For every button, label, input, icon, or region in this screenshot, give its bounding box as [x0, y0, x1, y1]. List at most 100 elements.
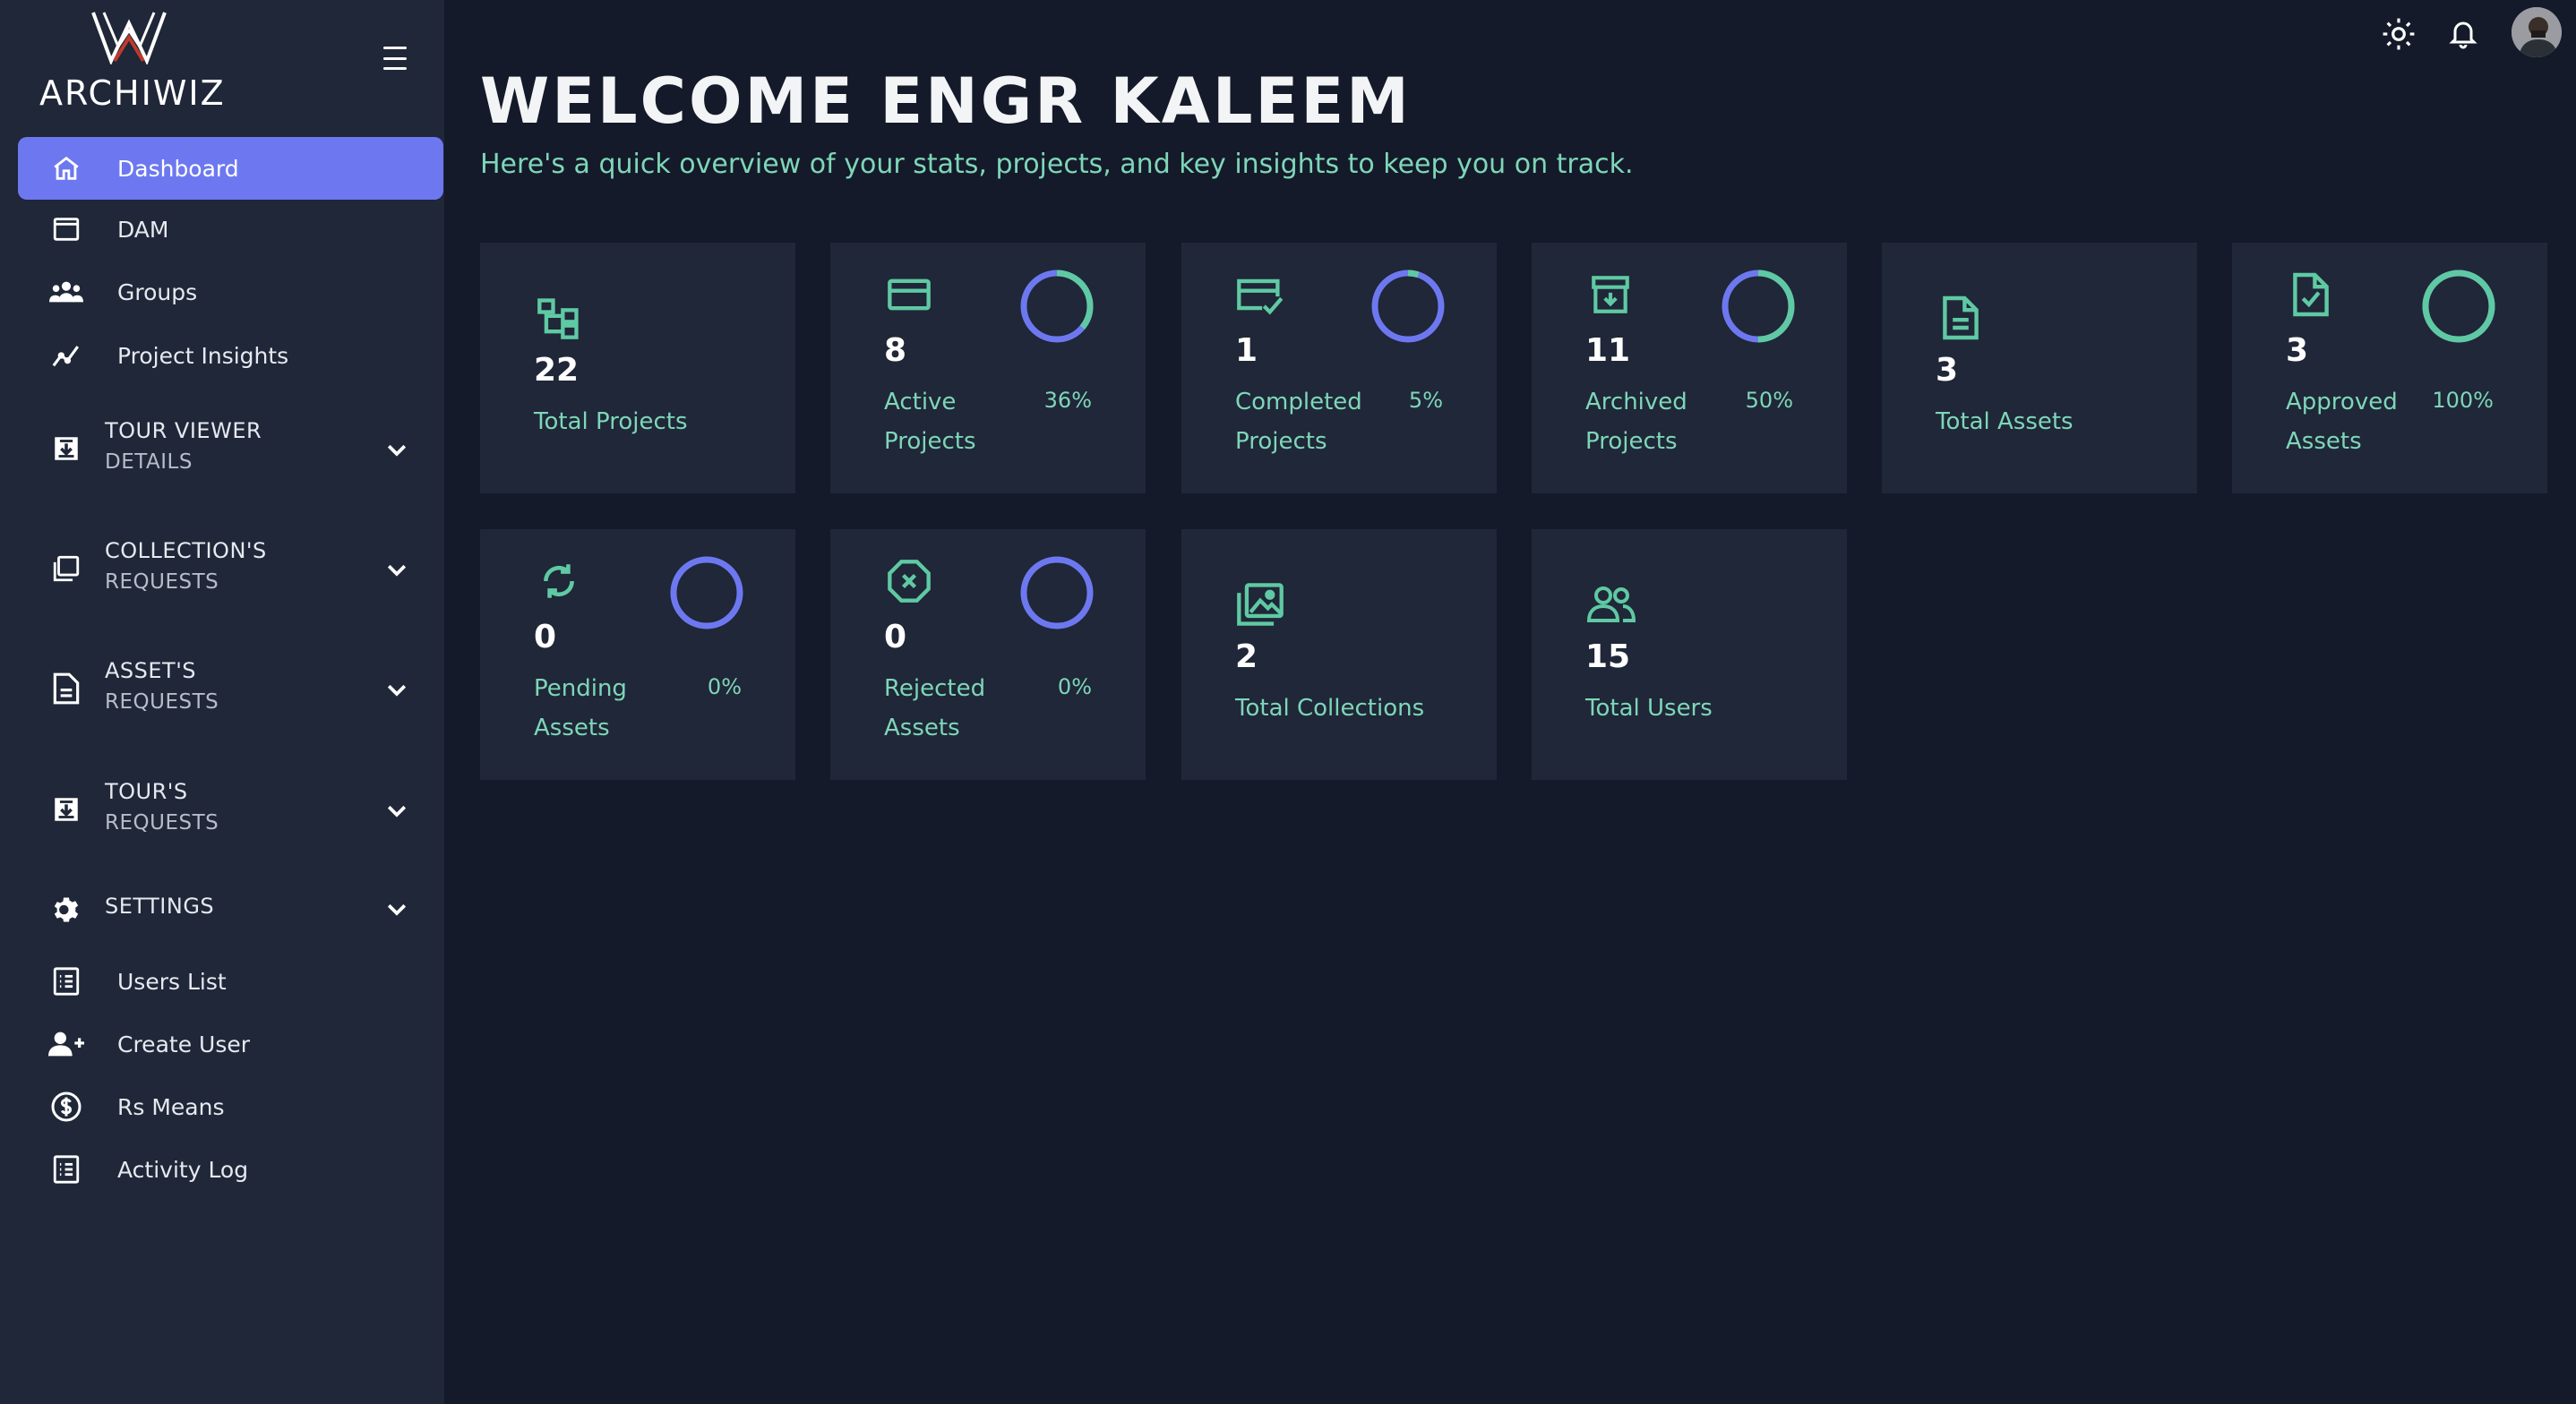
sidebar-item-label: Groups	[117, 278, 198, 305]
x-octagon-icon	[884, 556, 934, 606]
stat-label: Total Users	[1585, 695, 1713, 722]
sidebar-item-groups[interactable]: Groups	[18, 261, 444, 323]
group-label: ASSET'S	[105, 658, 197, 683]
users-group-icon	[48, 274, 84, 310]
avatar[interactable]	[2512, 7, 2562, 57]
users-icon	[1585, 579, 1636, 629]
file-check-icon	[2286, 270, 2336, 320]
stat-value: 2	[1235, 638, 1258, 675]
chevron-down-icon	[387, 564, 407, 577]
document-icon	[48, 671, 84, 706]
sidebar-item-rs-means[interactable]: Rs Means	[18, 1075, 444, 1138]
group-sublabel: DETAILS	[105, 450, 193, 474]
sidebar-item-label: Activity Log	[117, 1156, 249, 1183]
sidebar-group-assets-requests[interactable]: ASSET'S REQUESTS	[18, 653, 444, 724]
stat-card-total-users[interactable]: 15 Total Users	[1532, 529, 1847, 780]
notifications-button[interactable]	[2443, 14, 2483, 54]
stat-percent: 0%	[1057, 674, 1092, 699]
stat-label: Archived Projects	[1585, 389, 1687, 455]
group-label: TOUR VIEWER	[105, 418, 262, 443]
stat-label: Active Projects	[884, 389, 976, 455]
chevron-down-icon	[387, 684, 407, 697]
user-avatar-icon	[2512, 7, 2562, 57]
stat-percent: 5%	[1408, 388, 1443, 413]
stat-value: 0	[534, 619, 557, 655]
stat-card-approved-assets[interactable]: 3 Approved Assets 100%	[2232, 243, 2547, 493]
sidebar-item-create-user[interactable]: Create User	[18, 1013, 444, 1075]
sidebar-item-users-list[interactable]: Users List	[18, 950, 444, 1013]
ring-progress	[2422, 270, 2495, 343]
bell-icon	[2449, 21, 2477, 49]
sun-icon	[2383, 18, 2415, 50]
progress-ring	[1371, 270, 1445, 343]
sidebar-item-label: Rs Means	[117, 1093, 225, 1120]
refresh-icon	[534, 556, 584, 606]
chevron-down-icon	[387, 805, 407, 818]
sidebar-item-label: Create User	[117, 1031, 250, 1057]
gear-icon	[48, 892, 84, 928]
images-icon	[1235, 579, 1285, 629]
chevron-down-icon	[387, 903, 407, 916]
sidebar-item-dam[interactable]: DAM	[18, 198, 444, 261]
brand-name: ARCHIWIZ	[39, 73, 226, 113]
collection-icon	[48, 551, 84, 586]
chevron-down-icon	[387, 444, 407, 457]
stat-value: 8	[884, 332, 907, 369]
download-box-icon	[48, 431, 84, 467]
progress-ring	[2422, 270, 2495, 343]
chart-line-icon	[48, 338, 84, 373]
page-title: WELCOME ENGR KALEEM	[480, 64, 1412, 138]
group-label: TOUR'S	[105, 779, 188, 804]
stat-card-pending-assets[interactable]: 0 Pending Assets 0%	[480, 529, 795, 780]
stat-label: Approved Assets	[2286, 389, 2398, 455]
ring-track	[1020, 556, 1094, 629]
sidebar-group-tours-requests[interactable]: TOUR'S REQUESTS	[18, 774, 444, 845]
home-icon	[48, 150, 84, 186]
archiwiz-logo-icon	[91, 12, 167, 64]
stat-value: 11	[1585, 332, 1631, 369]
archive-icon	[1585, 270, 1636, 320]
stat-label: Total Assets	[1936, 408, 2074, 435]
group-sublabel: REQUESTS	[105, 690, 219, 714]
stat-card-rejected-assets[interactable]: 0 Rejected Assets 0%	[830, 529, 1146, 780]
user-plus-icon	[48, 1026, 84, 1062]
sidebar-item-activity-log[interactable]: Activity Log	[18, 1138, 444, 1201]
stat-label: Total Projects	[534, 408, 688, 435]
brand-logo[interactable]: ARCHIWIZ	[39, 11, 224, 113]
menu-toggle-button[interactable]	[383, 45, 407, 72]
stat-percent: 100%	[2432, 388, 2494, 413]
stat-percent: 50%	[1745, 388, 1793, 413]
progress-ring	[1722, 270, 1795, 343]
stat-card-total-collections[interactable]: 2 Total Collections	[1181, 529, 1497, 780]
page-subtitle: Here's a quick overview of your stats, p…	[480, 149, 1634, 180]
sidebar-item-label: Project Insights	[117, 342, 289, 369]
group-label: COLLECTION'S	[105, 538, 267, 563]
sidebar-group-settings[interactable]: SETTINGS	[18, 874, 444, 946]
group-sublabel: REQUESTS	[105, 811, 219, 835]
ring-track	[1371, 270, 1445, 343]
stat-card-completed-projects[interactable]: 1 Completed Projects 5%	[1181, 243, 1497, 493]
stat-card-archived-projects[interactable]: 11 Archived Projects 50%	[1532, 243, 1847, 493]
sidebar: ARCHIWIZ Dashboard DAM Groups Project In…	[0, 0, 444, 1404]
stat-value: 1	[1235, 332, 1258, 369]
stat-label: Rejected Assets	[884, 675, 986, 741]
stat-label: Completed Projects	[1235, 389, 1362, 455]
sidebar-item-label: DAM	[117, 216, 169, 243]
stat-value: 15	[1585, 638, 1631, 675]
stat-card-total-projects[interactable]: 22 Total Projects	[480, 243, 795, 493]
stat-percent: 36%	[1043, 388, 1092, 413]
sidebar-item-label: Dashboard	[117, 155, 239, 182]
sidebar-item-project-insights[interactable]: Project Insights	[18, 324, 444, 387]
sidebar-item-label: Users List	[117, 968, 227, 995]
ring-track	[670, 556, 743, 629]
sidebar-group-collections-requests[interactable]: COLLECTION'S REQUESTS	[18, 533, 444, 604]
stat-card-total-assets[interactable]: 3 Total Assets	[1882, 243, 2197, 493]
theme-toggle-button[interactable]	[2379, 14, 2418, 54]
stat-value: 0	[884, 619, 907, 655]
stat-label: Total Collections	[1235, 695, 1425, 722]
stat-card-active-projects[interactable]: 8 Active Projects 36%	[830, 243, 1146, 493]
progress-ring	[1020, 270, 1094, 343]
sidebar-group-tour-viewer-details[interactable]: TOUR VIEWER DETAILS	[18, 413, 444, 484]
progress-ring	[670, 556, 743, 629]
sidebar-item-dashboard[interactable]: Dashboard	[18, 137, 443, 200]
